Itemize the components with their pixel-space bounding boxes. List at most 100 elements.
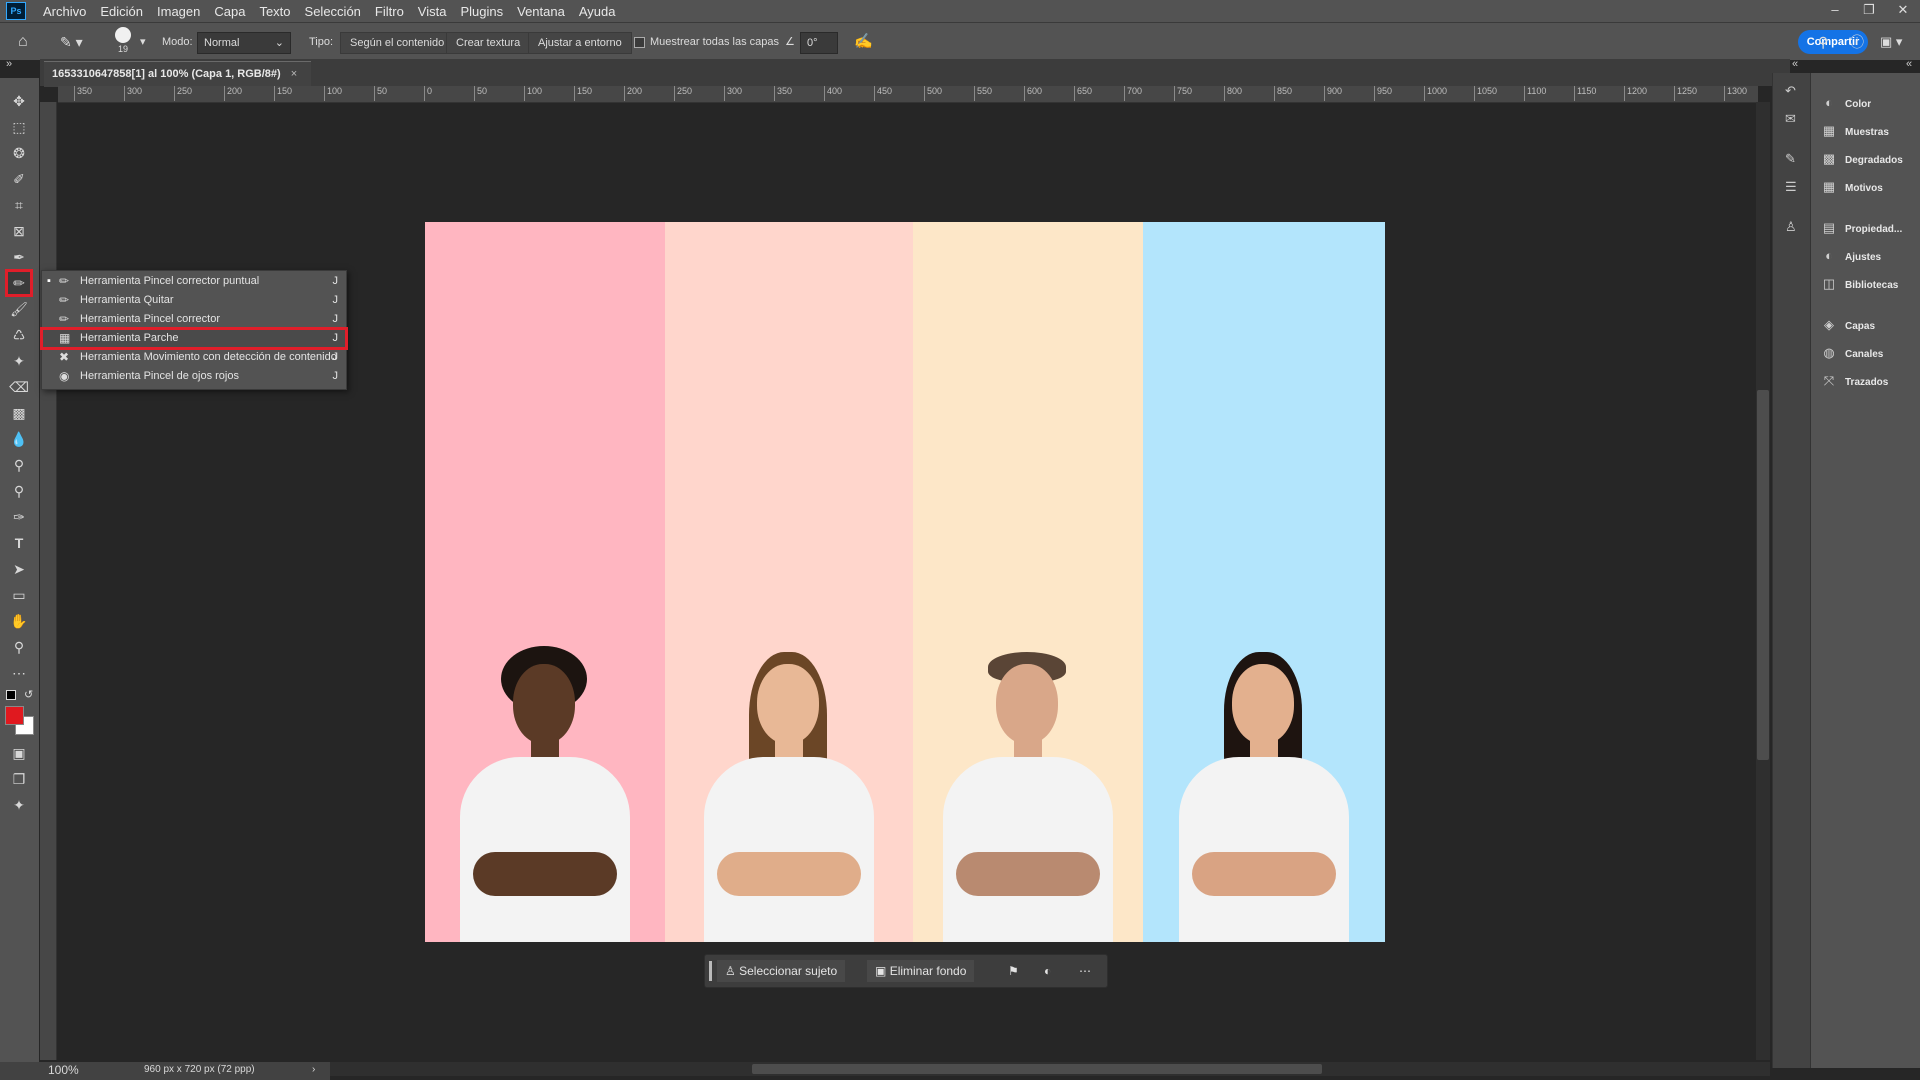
brush-preview-icon[interactable]	[115, 27, 131, 43]
eraser-tool-icon[interactable]: ⌫	[8, 376, 30, 398]
ruler-tick-label: 950	[1374, 86, 1392, 101]
brush-dropdown-icon[interactable]: ▾	[140, 32, 146, 52]
crop-tool-icon[interactable]: ⌗	[8, 194, 30, 216]
type-content-aware-button[interactable]: Según el contenido	[340, 32, 455, 54]
brush-tool-icon[interactable]: 🖌	[8, 298, 30, 320]
layers-icon: ◈	[1824, 317, 1834, 332]
move-tool-icon[interactable]: ✥	[8, 90, 30, 112]
panel-channels[interactable]: ◍ Canales	[1821, 342, 1883, 364]
angle-input[interactable]: 0°	[800, 32, 838, 54]
close-icon[interactable]: ✕	[1886, 0, 1920, 22]
vertical-scroll-thumb[interactable]	[1757, 390, 1769, 760]
menu-imagen[interactable]: Imagen	[150, 4, 207, 19]
eyedropper-tool-icon[interactable]: ✒	[8, 246, 30, 268]
swap-colors-icon[interactable]: ↺	[24, 688, 33, 701]
menu-vista[interactable]: Vista	[411, 4, 454, 19]
panel-patterns[interactable]: ▦ Motivos	[1821, 176, 1883, 198]
transform-icon[interactable]: ⚑	[1008, 960, 1019, 982]
rectangle-tool-icon[interactable]: ▭	[8, 584, 30, 606]
remove-background-button[interactable]: ▣ Eliminar fondo	[867, 960, 975, 982]
help-icon[interactable]: ⓘ	[1850, 32, 1864, 52]
zoom-level[interactable]: 100%	[48, 1063, 79, 1077]
paths-icon: ⤧	[1823, 373, 1835, 388]
collapse-toolbar-icon[interactable]: »	[6, 58, 12, 70]
flyout-item-content-aware-move[interactable]: ✖ Herramienta Movimiento con detección d…	[42, 348, 346, 367]
character-icon[interactable]: ♙	[1785, 219, 1797, 235]
select-subject-button[interactable]: ♙ Seleccionar sujeto	[717, 960, 846, 982]
blur-tool-icon[interactable]: 💧	[8, 428, 30, 450]
flyout-item-spot-healing[interactable]: ▪ ✏ Herramienta Pincel corrector puntual…	[42, 272, 346, 291]
tool-preset-icon[interactable]: ✎ ▾	[60, 32, 83, 52]
path-selection-tool-icon[interactable]: ➤	[8, 558, 30, 580]
panel-layers[interactable]: ◈ Capas	[1821, 314, 1875, 336]
horizontal-scroll-thumb[interactable]	[752, 1064, 1322, 1074]
adjustment-icon[interactable]: ◐	[1044, 960, 1051, 982]
restore-icon[interactable]: ❐	[1852, 0, 1886, 22]
zoom-tool-icon[interactable]: ⚲	[8, 636, 30, 658]
menu-filtro[interactable]: Filtro	[368, 4, 411, 19]
lasso-tool-icon[interactable]: ❂	[8, 142, 30, 164]
foreground-color-swatch[interactable]	[5, 706, 24, 725]
collapse-panels-icon[interactable]: «	[1906, 58, 1912, 70]
hand-tool-icon[interactable]: ✋	[8, 610, 30, 632]
dodge-tool-icon[interactable]: ⚲	[8, 454, 30, 476]
more-tools-icon[interactable]: ⋯	[8, 662, 30, 684]
menu-ventana[interactable]: Ventana	[510, 4, 572, 19]
adjust-sliders-icon[interactable]: ☰	[1785, 179, 1797, 195]
document-tab[interactable]: 1653310647858[1] al 100% (Capa 1, RGB/8#…	[44, 61, 312, 87]
status-expand-icon[interactable]: ›	[312, 1064, 315, 1075]
gradient-tool-icon[interactable]: ▩	[8, 402, 30, 424]
mode-select[interactable]: Normal ⌄	[197, 32, 291, 54]
panel-libraries[interactable]: ◫ Bibliotecas	[1821, 273, 1899, 295]
home-icon[interactable]: ⌂	[18, 32, 28, 52]
type-tool-icon[interactable]: T	[8, 532, 30, 554]
menu-archivo[interactable]: Archivo	[36, 4, 93, 19]
frame-tool-icon[interactable]: ⊠	[8, 220, 30, 242]
history-brush-icon[interactable]: ✦	[8, 350, 30, 372]
more-options-icon[interactable]: ⋯	[1079, 960, 1091, 982]
panel-adjustments[interactable]: ◐ Ajustes	[1821, 245, 1881, 267]
smudge-tool-icon[interactable]: ⚲	[8, 480, 30, 502]
drag-handle[interactable]	[709, 961, 712, 981]
screen-mode-icon[interactable]: ❐	[8, 768, 30, 790]
menu-seleccion[interactable]: Selección	[298, 4, 368, 19]
quick-mask-icon[interactable]: ▣	[8, 742, 30, 764]
flyout-item-patch[interactable]: ▦ Herramienta Parche J	[40, 327, 348, 350]
panel-swatches[interactable]: ▦ Muestras	[1821, 120, 1889, 142]
panel-paths[interactable]: ⤧ Trazados	[1821, 370, 1889, 392]
flyout-item-red-eye[interactable]: ◉ Herramienta Pincel de ojos rojos J	[42, 367, 346, 386]
generative-icon[interactable]: ✦	[8, 794, 30, 816]
comments-icon[interactable]: ✉	[1785, 111, 1796, 127]
menu-ayuda[interactable]: Ayuda	[572, 4, 623, 19]
panel-gradients[interactable]: ▩ Degradados	[1821, 148, 1903, 170]
menu-capa[interactable]: Capa	[207, 4, 252, 19]
quick-selection-tool-icon[interactable]: ✐	[8, 168, 30, 190]
canvas-image[interactable]	[425, 222, 1385, 942]
menu-plugins[interactable]: Plugins	[453, 4, 510, 19]
pen-tool-icon[interactable]: ✑	[8, 506, 30, 528]
collapse-strip-icon[interactable]: «	[1792, 58, 1798, 70]
panel-properties[interactable]: ▤ Propiedad...	[1821, 217, 1902, 239]
type-proximity-match-button[interactable]: Ajustar a entorno	[528, 32, 632, 54]
pressure-size-icon[interactable]: ✍	[854, 32, 873, 52]
ruler-tick-label: 300	[724, 86, 742, 101]
type-create-texture-button[interactable]: Crear textura	[446, 32, 531, 54]
sample-all-layers-checkbox[interactable]	[634, 37, 645, 48]
stamp-tool-icon[interactable]: ♺	[8, 324, 30, 346]
brush-settings-icon[interactable]: ✎	[1785, 151, 1796, 167]
minimize-icon[interactable]: –	[1818, 0, 1852, 22]
panel-label: Motivos	[1845, 183, 1883, 194]
search-icon[interactable]: ⚲	[1818, 32, 1828, 52]
flyout-item-healing-brush[interactable]: ✏ Herramienta Pincel corrector J	[42, 310, 346, 329]
marquee-tool-icon[interactable]: ⬚	[8, 116, 30, 138]
workspace-icon[interactable]: ▣ ▾	[1880, 32, 1902, 52]
spot-healing-tool-icon[interactable]: ✏	[5, 269, 33, 297]
menu-texto[interactable]: Texto	[252, 4, 297, 19]
menu-edicion[interactable]: Edición	[93, 4, 150, 19]
close-tab-icon[interactable]: ×	[291, 68, 297, 80]
history-icon[interactable]: ↶	[1785, 83, 1796, 99]
flyout-item-remove[interactable]: ✏ Herramienta Quitar J	[42, 291, 346, 310]
photoshop-logo[interactable]: Ps	[6, 2, 26, 20]
panel-color[interactable]: ◐ Color	[1821, 92, 1871, 114]
default-colors-icon[interactable]	[6, 690, 16, 700]
